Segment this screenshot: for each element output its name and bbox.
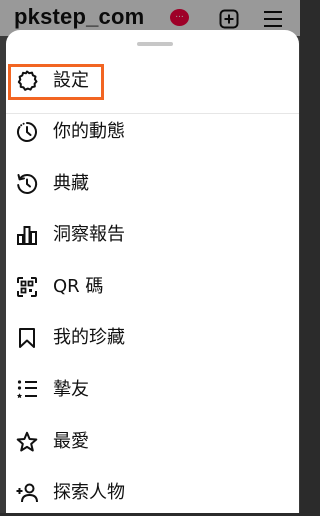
archive-history-icon <box>17 174 38 194</box>
menu-item-label: 探索人物 <box>53 482 125 503</box>
menu-item-label: QR 碼 <box>53 276 104 297</box>
menu-item-close-friends[interactable]: 摯友 <box>6 367 299 413</box>
menu-item-qr-code[interactable]: QR 碼 <box>6 264 299 310</box>
menu-item-label: 我的珍藏 <box>53 327 125 348</box>
new-post-icon[interactable] <box>219 9 239 29</box>
highlight-box <box>8 64 104 100</box>
sheet-drag-handle[interactable] <box>137 42 173 46</box>
menu-item-favorites[interactable]: 最愛 <box>6 419 299 465</box>
menu-bottom-sheet: 設定 你的動態 典藏 洞察報告 QR 碼 我的珍藏 摯友 最愛 探索人物 <box>6 30 299 513</box>
menu-item-insights[interactable]: 洞察報告 <box>6 212 299 258</box>
qr-code-icon <box>17 277 37 297</box>
menu-item-label: 最愛 <box>53 431 89 452</box>
activity-clock-icon <box>17 122 37 142</box>
notification-badge-text: ... <box>175 10 184 20</box>
bookmark-icon <box>19 328 35 348</box>
profile-username[interactable]: pkstep_com <box>14 4 144 30</box>
notification-badge: ... <box>170 9 189 26</box>
menu-item-label: 典藏 <box>53 173 89 194</box>
menu-item-label: 你的動態 <box>53 121 125 142</box>
menu-item-label: 洞察報告 <box>53 224 125 245</box>
menu-item-archive[interactable]: 典藏 <box>6 161 299 207</box>
menu-item-discover-people[interactable]: 探索人物 <box>6 470 299 516</box>
hamburger-menu-icon[interactable] <box>262 9 284 29</box>
insights-bar-chart-icon <box>17 226 37 245</box>
close-friends-list-icon <box>16 380 37 399</box>
menu-item-saved[interactable]: 我的珍藏 <box>6 315 299 361</box>
add-person-icon <box>16 483 38 503</box>
menu-item-your-activity[interactable]: 你的動態 <box>6 109 299 155</box>
star-icon <box>16 431 38 452</box>
menu-item-label: 摯友 <box>53 379 89 400</box>
